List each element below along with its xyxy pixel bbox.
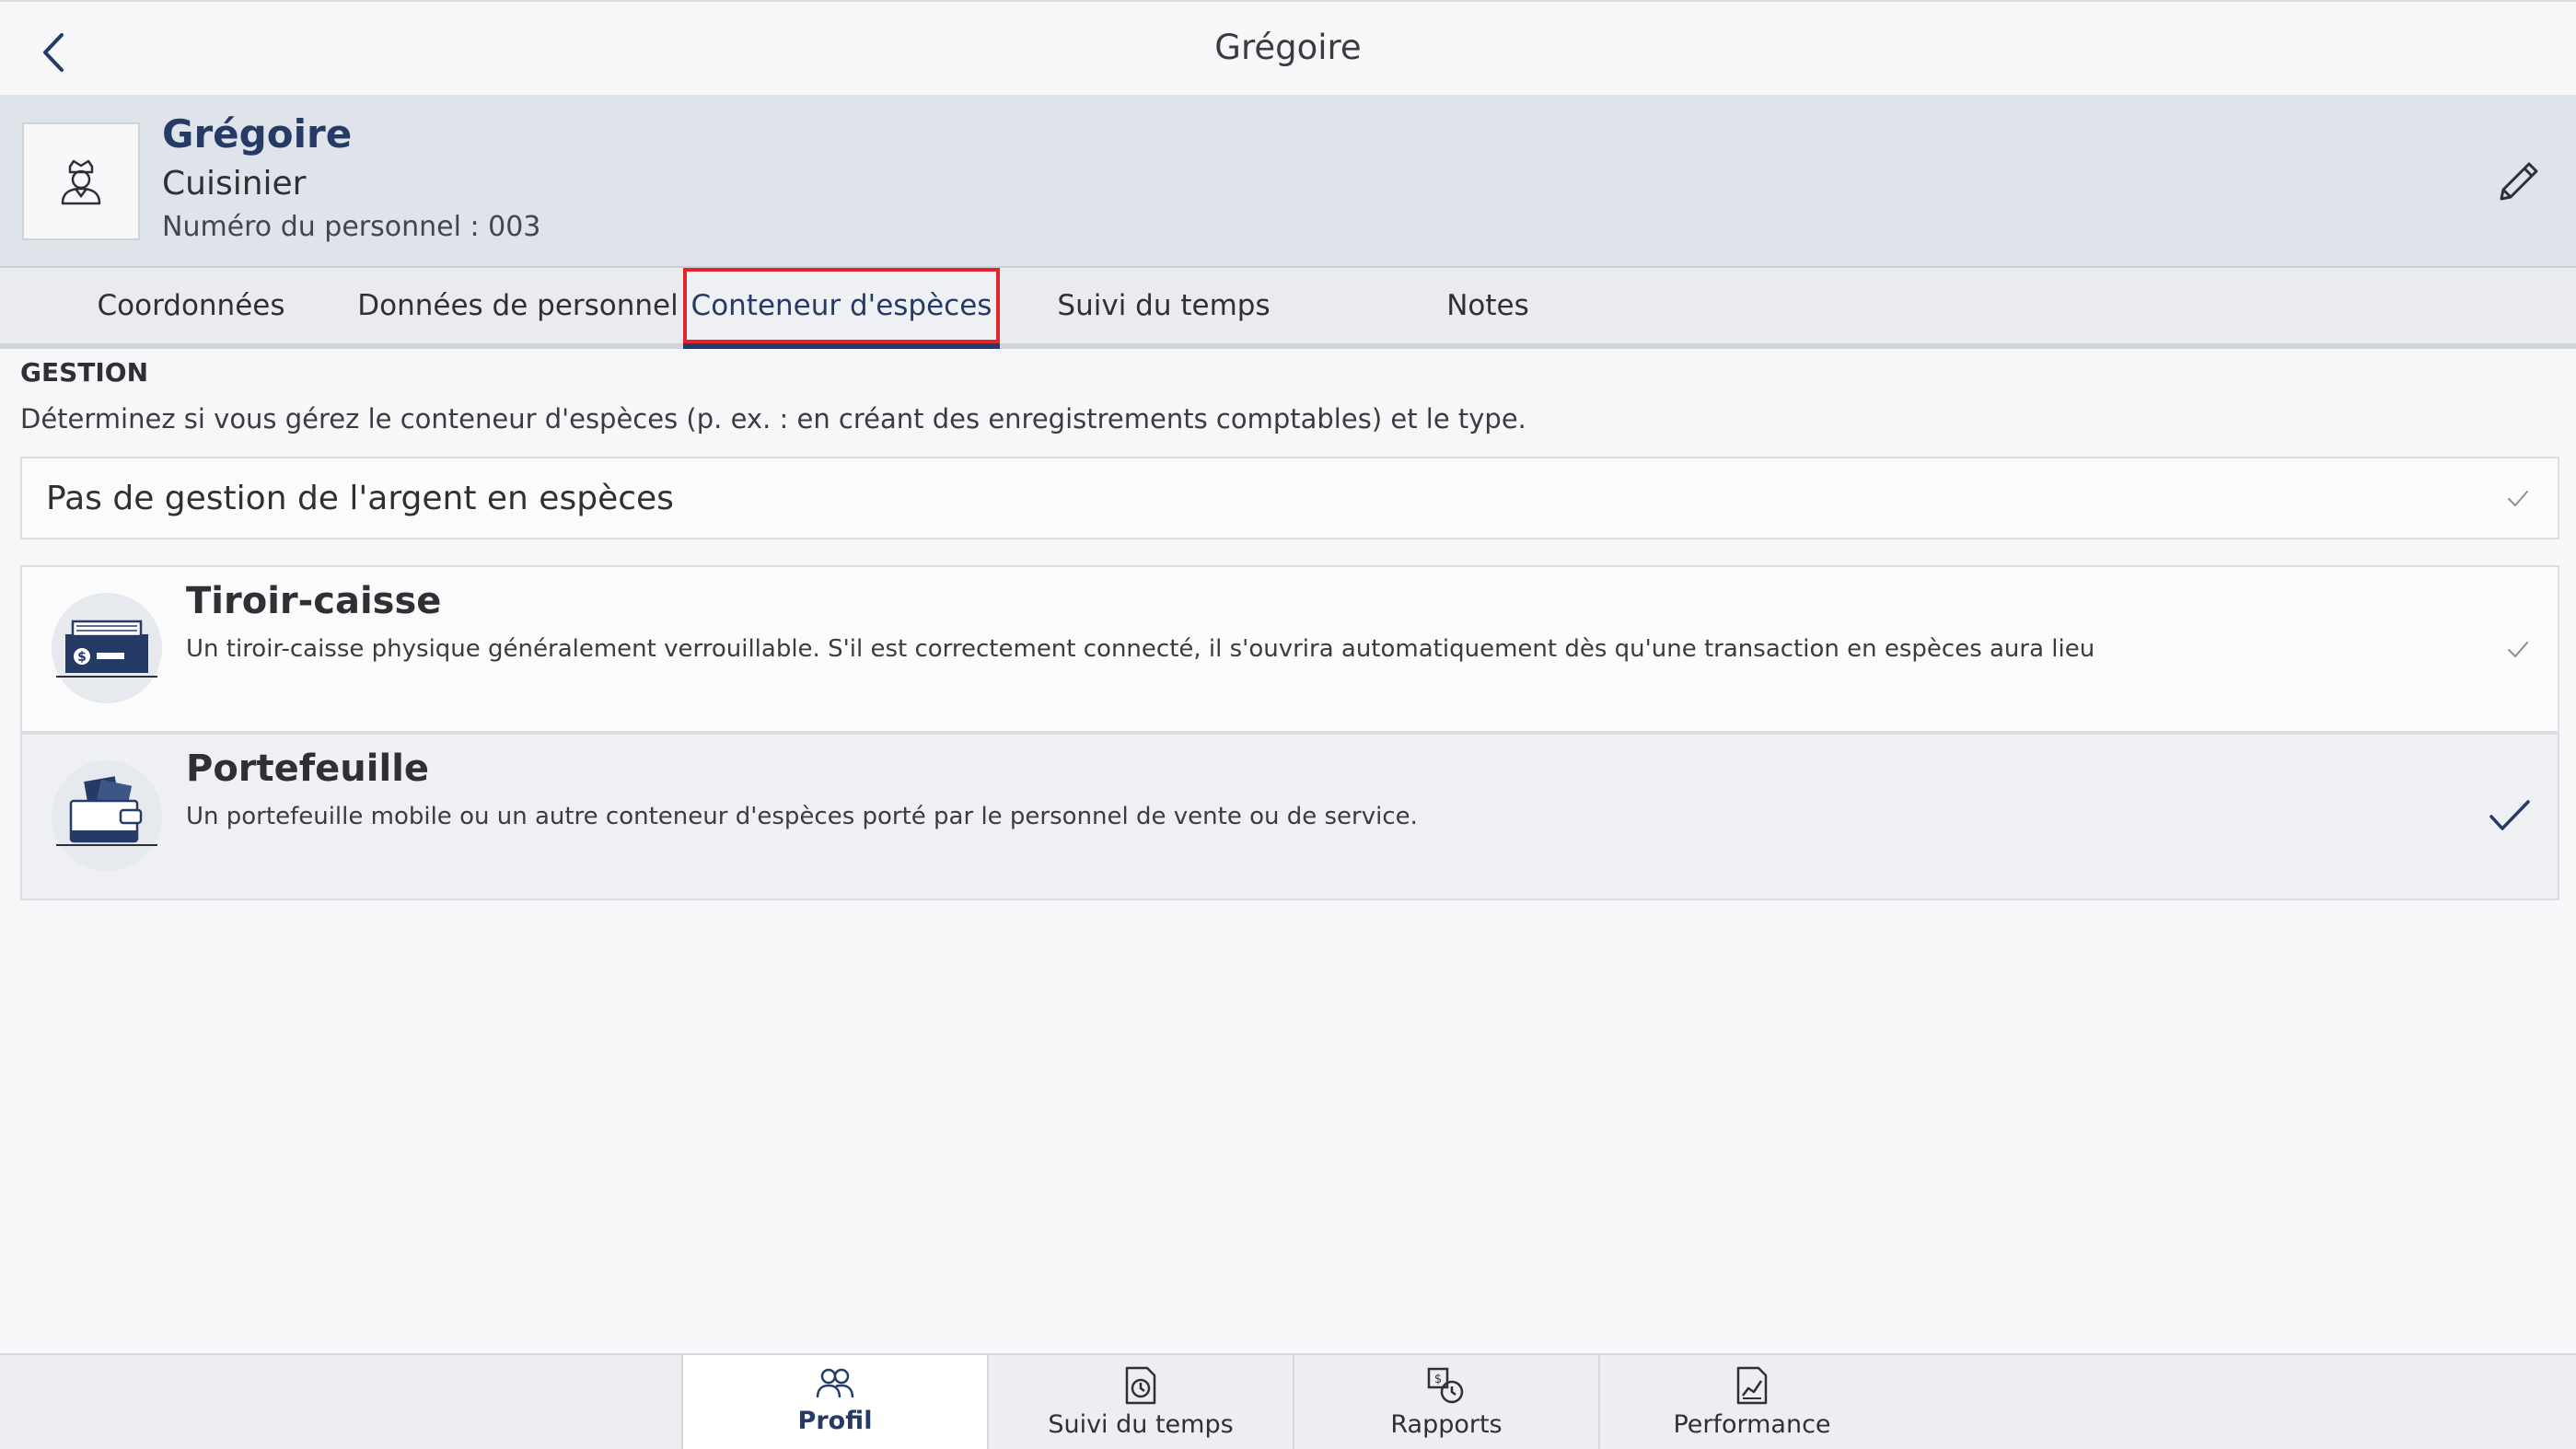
people-icon [816,1368,854,1398]
chef-icon [61,159,101,205]
tab-notes[interactable]: Notes [1326,268,1650,343]
nav-suivi-temps[interactable]: Suivi du temps [987,1355,1293,1449]
card-description: Un tiroir-caisse physique généralement v… [186,635,2095,663]
svg-text:$: $ [1434,1373,1442,1386]
nav-label: Rapports [1390,1410,1503,1439]
clock-document-icon [1125,1366,1156,1405]
pencil-icon [2500,162,2538,201]
profile-name: Grégoire [162,111,353,156]
option-wallet[interactable]: Portefeuille Un portefeuille mobile ou u… [20,733,2559,900]
nav-performance[interactable]: Performance [1598,1355,1904,1449]
check-icon [2508,491,2528,506]
tab-suivi-temps[interactable]: Suivi du temps [1002,268,1326,343]
section-description: Déterminez si vous gérez le conteneur d'… [20,403,1526,435]
nav-profil[interactable]: Profil [681,1355,987,1449]
tab-bar: Coordonnées Données de personnel Contene… [0,268,2576,349]
profile-header: Grégoire Cuisinier Numéro du personnel :… [0,95,2576,268]
profile-number: Numéro du personnel : 003 [162,211,541,243]
svg-text:$: $ [77,650,87,665]
wallet-icon [52,760,162,871]
avatar [22,122,140,240]
tab-donnees-personnel[interactable]: Données de personnel [354,268,681,343]
check-icon [2508,642,2528,657]
section-label: GESTION [20,357,149,388]
option-no-cash-management[interactable]: Pas de gestion de l'argent en espèces [20,457,2559,539]
option-cash-drawer[interactable]: $ Tiroir-caisse Un tiroir-caisse physiqu… [20,565,2559,733]
edit-button[interactable] [2486,150,2550,214]
card-description: Un portefeuille mobile ou un autre conte… [186,803,1418,830]
nav-label: Suivi du temps [1048,1410,1234,1439]
reports-icon: $ [1427,1367,1464,1404]
option-label: Pas de gestion de l'argent en espèces [46,479,674,517]
chart-document-icon [1736,1366,1768,1405]
nav-label: Profil [797,1407,873,1435]
card-title: Tiroir-caisse [186,580,442,622]
bottom-nav: Profil Suivi du temps $ Rapports Perform… [0,1353,2576,1449]
tab-coordonnees[interactable]: Coordonnées [28,268,354,343]
card-title: Portefeuille [186,748,430,790]
nav-label: Performance [1673,1410,1831,1439]
check-icon [2489,800,2530,830]
cash-drawer-icon: $ [52,593,162,703]
page-title: Grégoire [1214,28,1362,67]
tab-conteneur-especes[interactable]: Conteneur d'espèces [683,268,1000,349]
top-bar: Grégoire [0,0,2576,95]
profile-role: Cuisinier [162,165,307,203]
nav-rapports[interactable]: $ Rapports [1293,1355,1598,1449]
